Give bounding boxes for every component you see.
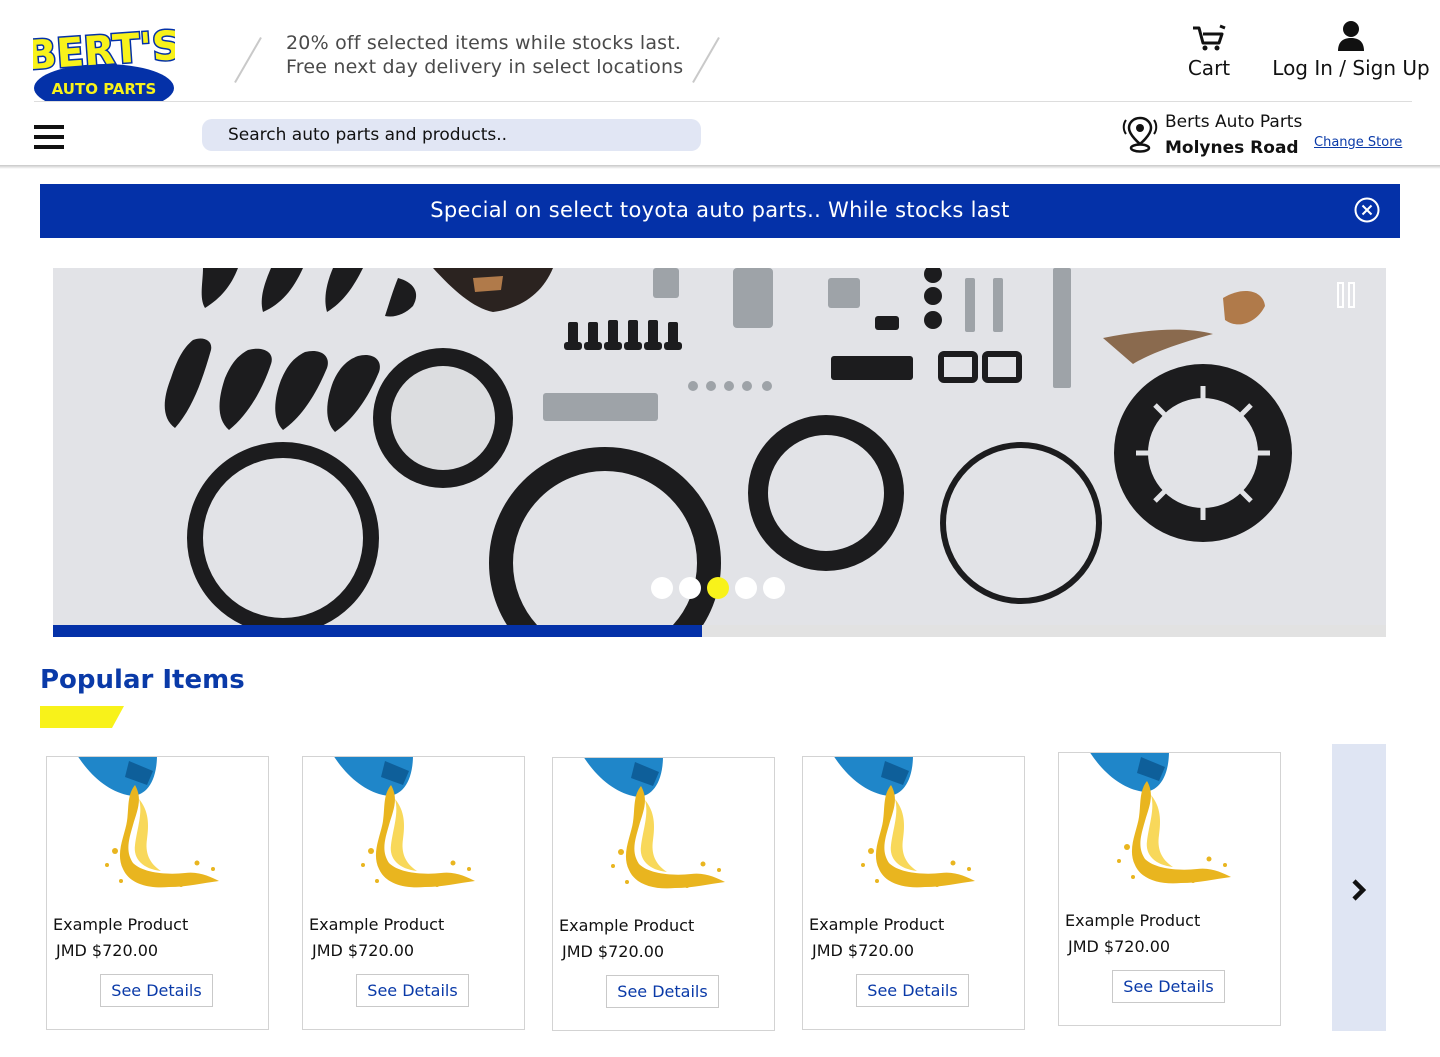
product-name: Example Product xyxy=(309,915,445,934)
user-icon xyxy=(1338,21,1364,51)
nav-divider-shadow xyxy=(0,165,1440,169)
promo-line-2: Free next day delivery in select locatio… xyxy=(286,56,684,78)
chevron-right-icon xyxy=(1352,879,1367,901)
login-label: Log In / Sign Up xyxy=(1272,56,1430,80)
logo-bottom-text: AUTO PARTS xyxy=(52,80,157,98)
section-accent-bar xyxy=(40,706,124,728)
hero-slide-image xyxy=(53,268,1386,625)
pause-icon xyxy=(1337,282,1344,308)
see-details-button[interactable]: See Details xyxy=(606,975,719,1008)
product-card[interactable]: Example Product JMD $720.00 See Details xyxy=(802,756,1025,1030)
location-pin-icon xyxy=(1122,116,1158,153)
carousel-dot[interactable] xyxy=(679,577,701,599)
pause-icon-bar xyxy=(1348,282,1355,308)
pause-button[interactable] xyxy=(1337,282,1357,308)
product-card[interactable]: Example Product JMD $720.00 See Details xyxy=(302,756,525,1030)
product-image xyxy=(584,758,725,889)
promo-text: 20% off selected items while stocks last… xyxy=(286,31,683,79)
carousel-dot[interactable] xyxy=(735,577,757,599)
cart-button[interactable]: Cart xyxy=(1172,24,1246,80)
product-image xyxy=(78,757,219,888)
close-circle-icon[interactable] xyxy=(1354,197,1380,223)
promo-divider-left xyxy=(234,36,262,84)
cart-label: Cart xyxy=(1187,56,1231,80)
berts-logo[interactable]: BERT'S AUTO PARTS xyxy=(33,18,175,101)
promo-divider-right xyxy=(692,36,720,84)
hamburger-icon-bar xyxy=(34,145,64,149)
section-title: Popular Items xyxy=(40,665,245,695)
logo-top-text: BERT'S xyxy=(33,23,175,80)
carousel-progress-track xyxy=(53,625,1386,637)
header-divider xyxy=(34,101,1412,102)
banner-text: Special on select toyota auto parts.. Wh… xyxy=(430,198,1010,222)
product-card[interactable]: Example Product JMD $720.00 See Details xyxy=(552,757,775,1031)
carousel-dot[interactable] xyxy=(707,577,729,599)
login-signup-button[interactable]: Log In / Sign Up xyxy=(1270,20,1432,80)
promo-banner: Special on select toyota auto parts.. Wh… xyxy=(40,184,1400,238)
carousel-dot[interactable] xyxy=(651,577,673,599)
carousel-dot[interactable] xyxy=(763,577,785,599)
see-details-button[interactable]: See Details xyxy=(856,974,969,1007)
see-details-button[interactable]: See Details xyxy=(356,974,469,1007)
hero-carousel[interactable] xyxy=(53,268,1386,625)
product-price: JMD $720.00 xyxy=(812,941,915,960)
see-details-button[interactable]: See Details xyxy=(1112,970,1225,1003)
product-price: JMD $720.00 xyxy=(56,941,159,960)
promo-line-1: 20% off selected items while stocks last… xyxy=(286,32,682,54)
product-card[interactable]: Example Product JMD $720.00 See Details xyxy=(46,756,269,1030)
hamburger-menu-button[interactable] xyxy=(34,125,64,152)
change-store-link[interactable]: Change Store xyxy=(1314,135,1402,150)
product-name: Example Product xyxy=(809,915,945,934)
store-name: Berts Auto Parts xyxy=(1165,112,1303,132)
hamburger-icon xyxy=(34,125,64,129)
next-items-button[interactable] xyxy=(1332,744,1386,1031)
product-name: Example Product xyxy=(53,915,189,934)
carousel-progress-fill xyxy=(53,625,703,637)
search-input[interactable] xyxy=(202,119,701,151)
store-location: Molynes Road xyxy=(1165,138,1299,158)
product-image xyxy=(834,757,975,888)
product-image xyxy=(334,757,475,888)
product-price: JMD $720.00 xyxy=(312,941,415,960)
product-card[interactable]: Example Product JMD $720.00 See Details xyxy=(1058,752,1281,1026)
carousel-dots xyxy=(651,577,785,599)
product-image xyxy=(1090,753,1231,884)
product-price: JMD $720.00 xyxy=(1068,937,1171,956)
product-name: Example Product xyxy=(1065,911,1201,930)
product-name: Example Product xyxy=(559,916,695,935)
app-root: BERT'S AUTO PARTS 20% off selected items… xyxy=(0,0,1440,1057)
product-price: JMD $720.00 xyxy=(562,942,665,961)
hamburger-icon-bar xyxy=(34,135,64,139)
cart-icon xyxy=(1193,24,1226,51)
see-details-button[interactable]: See Details xyxy=(100,974,213,1007)
